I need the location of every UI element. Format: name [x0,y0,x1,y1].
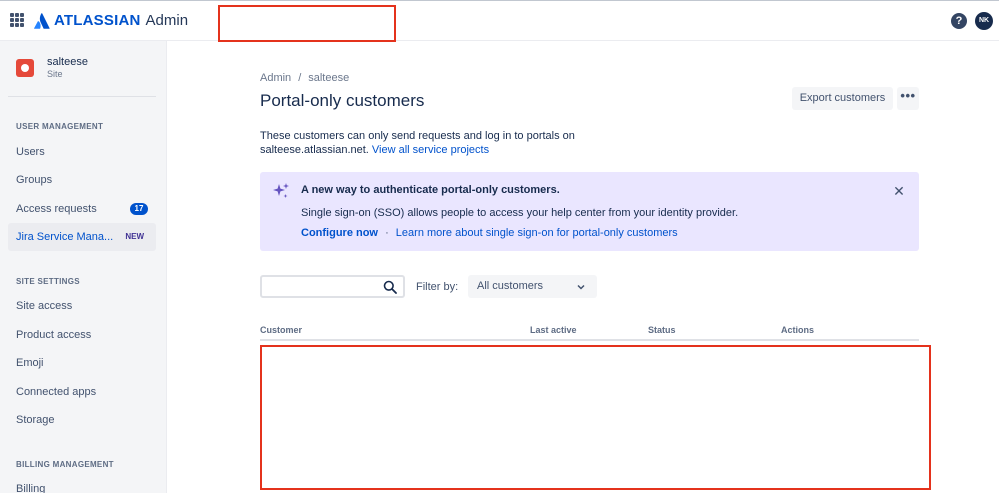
logo-product-name: Admin [145,12,189,29]
site-icon [16,59,34,77]
column-header-customer[interactable]: Customer [260,325,302,335]
sparkle-icon [273,183,289,198]
sidebar-item-site-access[interactable]: Site access [8,292,156,320]
sidebar-item-label: Access requests [16,203,97,215]
sidebar-item-emoji[interactable]: Emoji [8,349,156,377]
filter-selected-value: All customers [477,280,544,292]
sidebar-item-jira-service-management[interactable]: Jira Service Mana... NEW [8,223,156,251]
atlassian-admin-logo[interactable]: ATLASSIAN Admin [34,12,188,29]
breadcrumb: Admin / salteese [260,72,349,84]
sidebar-item-product-access[interactable]: Product access [8,321,156,349]
configure-now-link[interactable]: Configure now [301,227,378,239]
annotation-redaction-box-table [260,345,931,490]
breadcrumb-separator: / [298,72,302,84]
column-header-actions: Actions [781,325,815,335]
question-circle-icon[interactable]: ? [951,13,967,29]
access-requests-count-badge: 17 [130,203,148,215]
view-all-service-projects-link[interactable]: View all service projects [372,144,489,156]
more-actions-icon[interactable]: ••• [897,87,919,110]
customer-search [260,275,405,298]
page-title: Portal-only customers [260,91,425,110]
annotation-redaction-box-top [218,5,396,42]
column-header-status: Status [648,325,676,335]
table-header-divider [260,339,919,341]
sidebar-item-label: Jira Service Mana... [16,231,114,243]
sidebar-heading-site-settings: SITE SETTINGS [16,277,80,286]
sidebar-item-groups[interactable]: Groups [8,166,156,194]
sidebar-heading-user-management: USER MANAGEMENT [16,122,104,131]
site-type: Site [47,69,63,79]
sidebar-item-connected-apps[interactable]: Connected apps [8,378,156,406]
sso-announcement-banner: A new way to authenticate portal-only cu… [260,172,919,251]
chevron-down-icon [577,284,585,290]
sidebar-item-storage[interactable]: Storage [8,406,156,434]
search-input[interactable] [268,277,378,297]
avatar[interactable]: NK [975,12,993,30]
search-icon[interactable] [383,280,397,294]
new-badge: NEW [125,232,144,241]
top-navigation: ATLASSIAN Admin ? NK [0,0,999,41]
site-switcher[interactable]: salteese Site [16,56,88,80]
breadcrumb-site[interactable]: salteese [308,72,349,84]
filter-label: Filter by: [416,281,459,293]
close-icon[interactable]: ✕ [892,184,906,198]
app-switcher-icon[interactable] [10,13,24,27]
banner-body: Single sign-on (SSO) allows people to ac… [301,207,739,219]
banner-title: A new way to authenticate portal-only cu… [301,184,560,196]
atlassian-logo-icon [34,12,50,29]
sidebar-item-users[interactable]: Users [8,138,156,166]
learn-more-sso-link[interactable]: Learn more about single sign-on for port… [396,227,678,239]
customer-filter-select[interactable]: All customers [468,275,597,298]
sidebar-heading-billing-management: BILLING MANAGEMENT [16,460,114,469]
link-separator: · [385,227,389,239]
page-description: These customers can only send requests a… [260,129,620,157]
banner-links: Configure now · Learn more about single … [301,227,678,239]
sidebar-item-access-requests[interactable]: Access requests 17 [8,195,156,223]
sidebar-divider [8,96,156,97]
logo-wordmark: ATLASSIAN [54,12,141,29]
breadcrumb-admin[interactable]: Admin [260,72,291,84]
site-name: salteese [47,56,88,68]
export-customers-button[interactable]: Export customers [792,87,893,110]
sidebar-item-billing[interactable]: Billing [8,475,156,493]
column-header-last-active[interactable]: Last active [530,325,577,335]
sidebar: salteese Site USER MANAGEMENT Users Grou… [0,41,167,493]
